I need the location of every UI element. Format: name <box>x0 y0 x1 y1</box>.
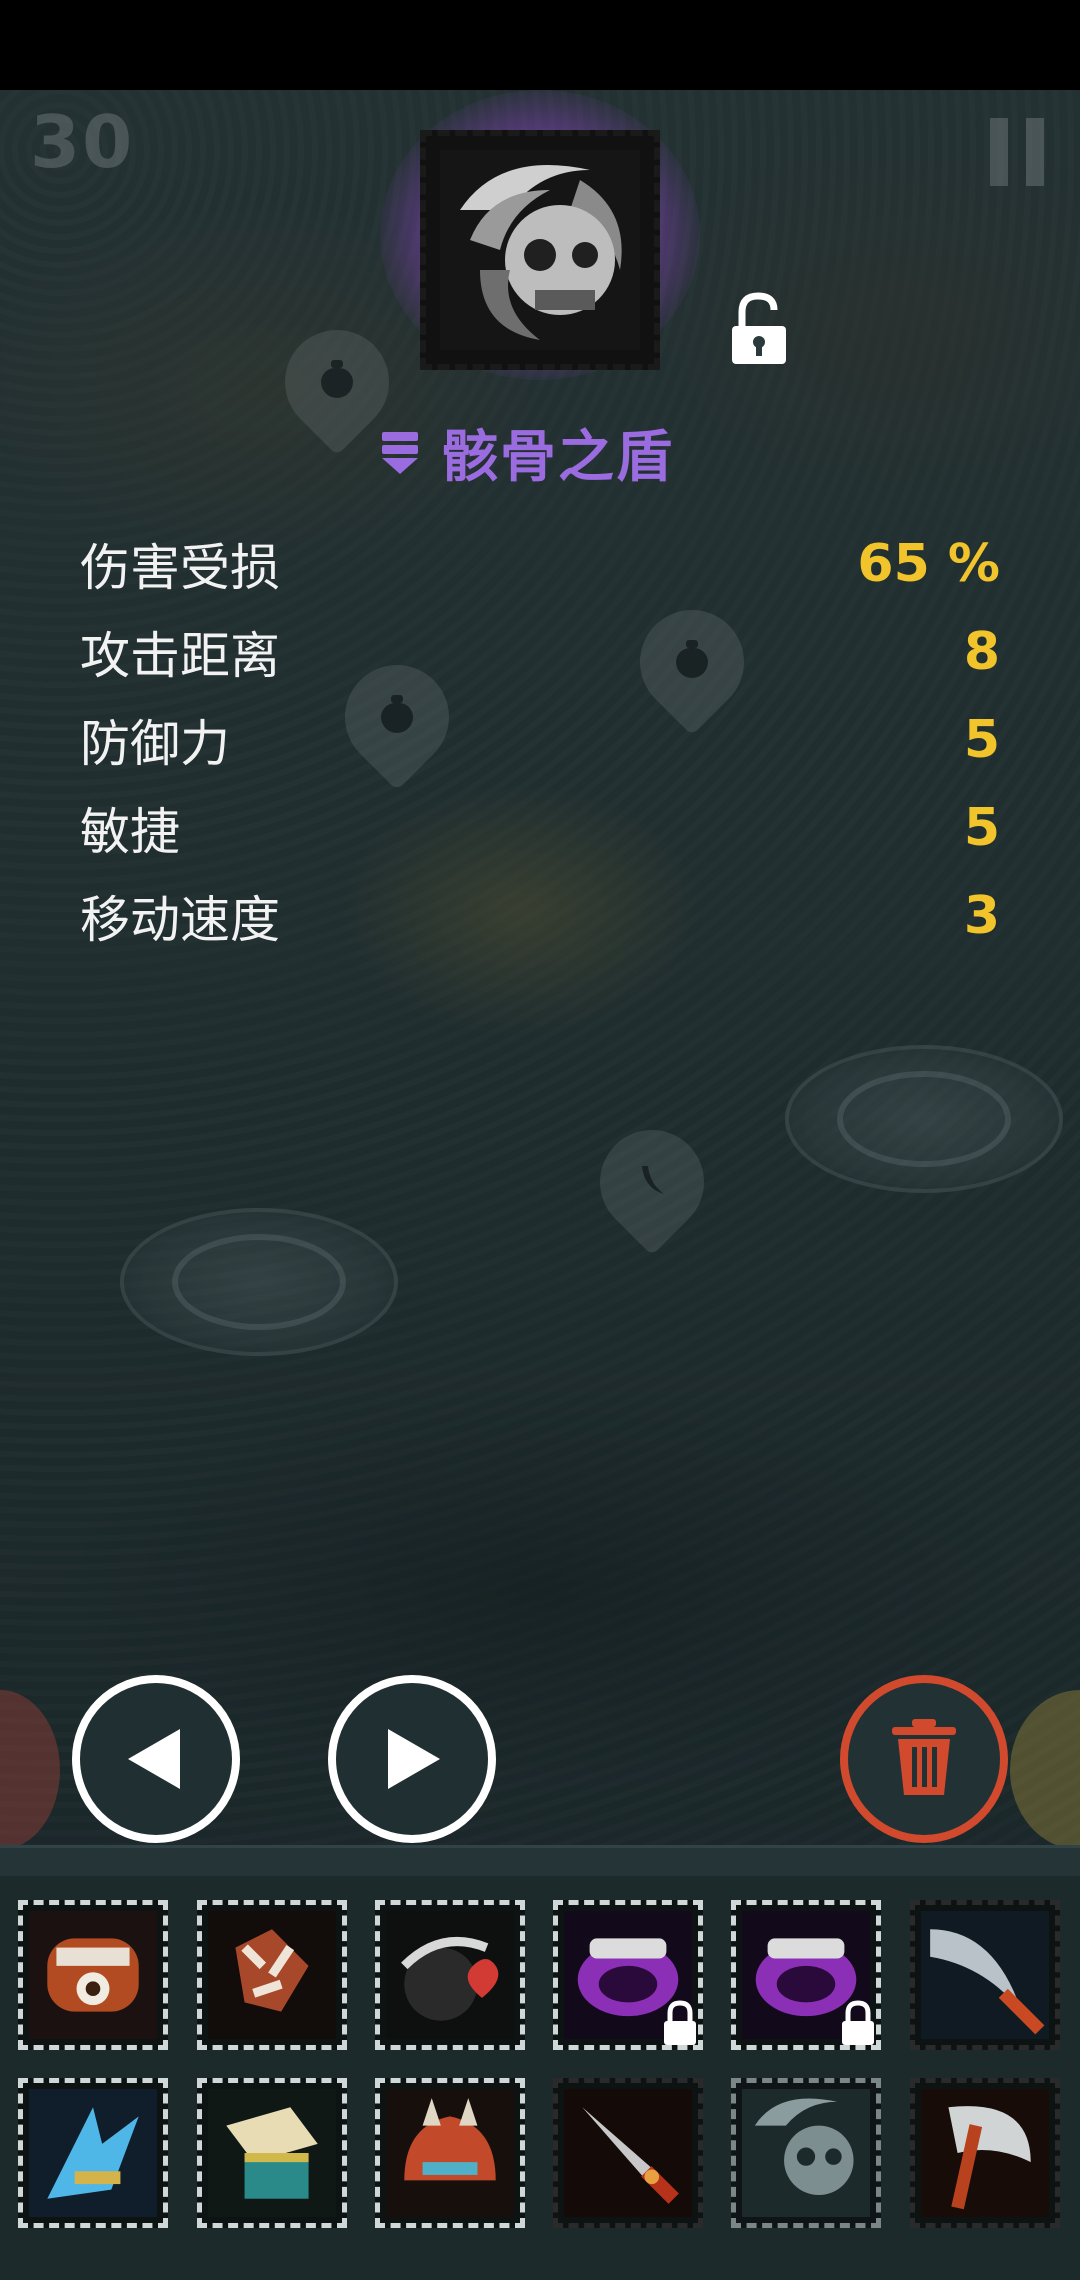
inventory-slot[interactable] <box>18 2078 168 2228</box>
item-title: 骸骨之盾 <box>380 412 674 492</box>
stat-label: 敏捷 <box>80 803 180 861</box>
previous-item-button[interactable] <box>72 1675 240 1843</box>
spiked-helmet-icon <box>386 2089 514 2217</box>
lock-icon <box>664 2000 696 2045</box>
inventory-slot[interactable] <box>910 2078 1060 2228</box>
skull-shield-icon <box>742 2089 870 2217</box>
ice-claw-icon <box>29 2089 157 2217</box>
item-name: 骸骨之盾 <box>442 424 674 490</box>
lock-icon <box>842 2000 874 2045</box>
triangle-right-icon <box>388 1729 440 1789</box>
stats-list: 伤害受损 65 % 攻击距离 8 防御力 5 敏捷 5 移动速度 3 <box>80 520 1000 960</box>
inventory-slot[interactable] <box>197 1900 347 2050</box>
pause-icon[interactable] <box>990 118 1044 186</box>
stat-label: 移动速度 <box>80 891 280 949</box>
stat-row: 移动速度 3 <box>80 872 1000 960</box>
stat-value: 8 <box>963 622 1000 682</box>
discard-item-button[interactable] <box>840 1675 1008 1843</box>
item-icon <box>420 130 660 370</box>
stat-value: 5 <box>963 710 1000 770</box>
stat-label: 伤害受损 <box>80 539 280 597</box>
stat-value: 65 % <box>857 534 1000 594</box>
inventory-slot[interactable] <box>910 1900 1060 2050</box>
inventory-slot[interactable] <box>197 2078 347 2228</box>
stat-value: 5 <box>963 798 1000 858</box>
stat-row: 伤害受损 65 % <box>80 520 1000 608</box>
inventory-slot[interactable] <box>553 1900 703 2050</box>
next-item-button[interactable] <box>328 1675 496 1843</box>
curved-blade-icon <box>921 1911 1049 2039</box>
skull-shield-icon <box>440 150 640 350</box>
stat-label: 攻击距离 <box>80 627 280 685</box>
spiked-gauntlet-icon <box>208 1911 336 2039</box>
trash-icon <box>892 1719 956 1795</box>
game-screen: 30 骸骨之盾 伤害受损 65 % 攻击距离 8 防御力 5 敏捷 5 移动速度… <box>0 0 1080 2280</box>
stat-label: 防御力 <box>80 715 230 773</box>
lock-open-icon[interactable] <box>728 292 790 366</box>
turn-counter: 30 <box>30 100 135 184</box>
inventory-slot[interactable] <box>553 2078 703 2228</box>
triangle-left-icon <box>128 1729 180 1789</box>
rarity-tier-icon <box>382 432 418 474</box>
rusty-bracer-icon <box>29 1911 157 2039</box>
inventory-slot[interactable] <box>18 1900 168 2050</box>
status-bar <box>0 0 1080 90</box>
inventory-slot[interactable] <box>375 2078 525 2228</box>
stat-row: 攻击距离 8 <box>80 608 1000 696</box>
inventory-panel <box>0 1845 1080 2280</box>
heart-bomb-icon <box>386 1911 514 2039</box>
scroll-box-icon <box>208 2089 336 2217</box>
inventory-slot[interactable] <box>731 1900 881 2050</box>
stat-value: 3 <box>963 886 1000 946</box>
red-dagger-icon <box>564 2089 692 2217</box>
inventory-divider <box>0 1845 1080 1876</box>
stat-row: 防御力 5 <box>80 696 1000 784</box>
inventory-slot[interactable] <box>375 1900 525 2050</box>
stat-row: 敏捷 5 <box>80 784 1000 872</box>
battle-axe-icon <box>921 2089 1049 2217</box>
inventory-slot-selected[interactable] <box>731 2078 881 2228</box>
